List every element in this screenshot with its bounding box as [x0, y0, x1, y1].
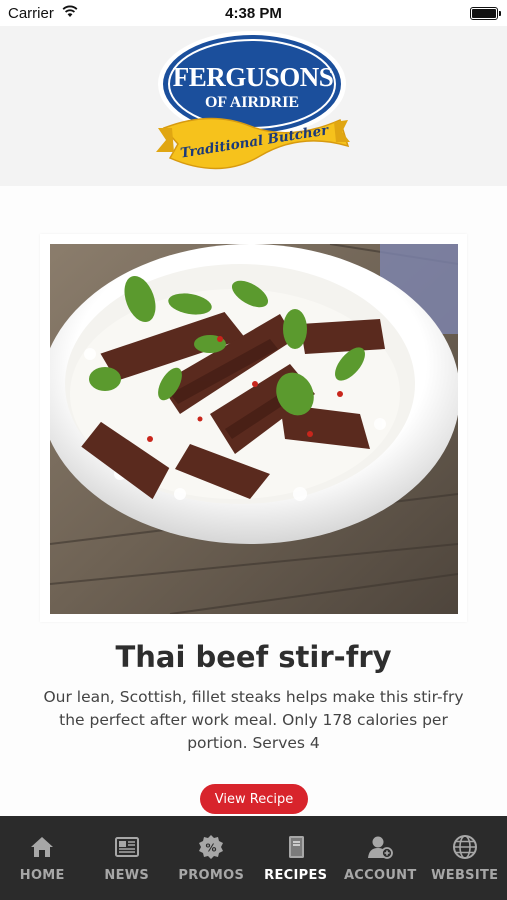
tab-label: PROMOS: [178, 868, 245, 883]
tab-label: NEWS: [104, 868, 150, 883]
svg-text:OF AIRDRIE: OF AIRDRIE: [205, 94, 299, 111]
svg-text:%: %: [206, 842, 217, 855]
bottom-tab-bar: HOME NEWS % PROMOS RECIPES ACCOUNT WEBSI…: [0, 816, 507, 900]
view-recipe-button[interactable]: View Recipe: [200, 784, 308, 814]
tab-label: RECIPES: [264, 868, 328, 883]
tab-recipes[interactable]: RECIPES: [254, 816, 339, 900]
tab-label: WEBSITE: [431, 868, 499, 883]
account-icon: [368, 836, 394, 859]
header: FERGUSONS OF AIRDRIE Traditional Butcher: [0, 26, 507, 186]
recipe-photo[interactable]: [50, 244, 458, 614]
recipe-book-icon: [288, 836, 304, 858]
recipe-photo-frame: [40, 234, 467, 622]
tab-website[interactable]: WEBSITE: [423, 816, 507, 900]
fergusons-logo[interactable]: FERGUSONS OF AIRDRIE Traditional Butcher: [150, 28, 350, 174]
recipe-description: Our lean, Scottish, fillet steaks helps …: [43, 688, 464, 752]
status-time: 4:38 PM: [225, 5, 282, 22]
tab-promos[interactable]: % PROMOS: [169, 816, 254, 900]
newspaper-icon: [114, 837, 139, 857]
tab-account[interactable]: ACCOUNT: [338, 816, 423, 900]
home-icon: [31, 837, 54, 857]
tab-label: ACCOUNT: [343, 868, 417, 883]
recipe-card: Thai beef stir-fry Our lean, Scottish, f…: [0, 186, 507, 816]
battery-icon: [470, 7, 501, 20]
globe-icon: [452, 835, 477, 859]
recipe-title: Thai beef stir-fry: [115, 640, 392, 674]
percent-badge-icon: %: [199, 835, 224, 859]
tab-home[interactable]: HOME: [0, 816, 85, 900]
svg-text:FERGUSONS: FERGUSONS: [173, 62, 334, 92]
status-bar: Carrier 4:38 PM: [0, 0, 507, 26]
tab-label: HOME: [19, 868, 65, 883]
tab-news[interactable]: NEWS: [85, 816, 170, 900]
